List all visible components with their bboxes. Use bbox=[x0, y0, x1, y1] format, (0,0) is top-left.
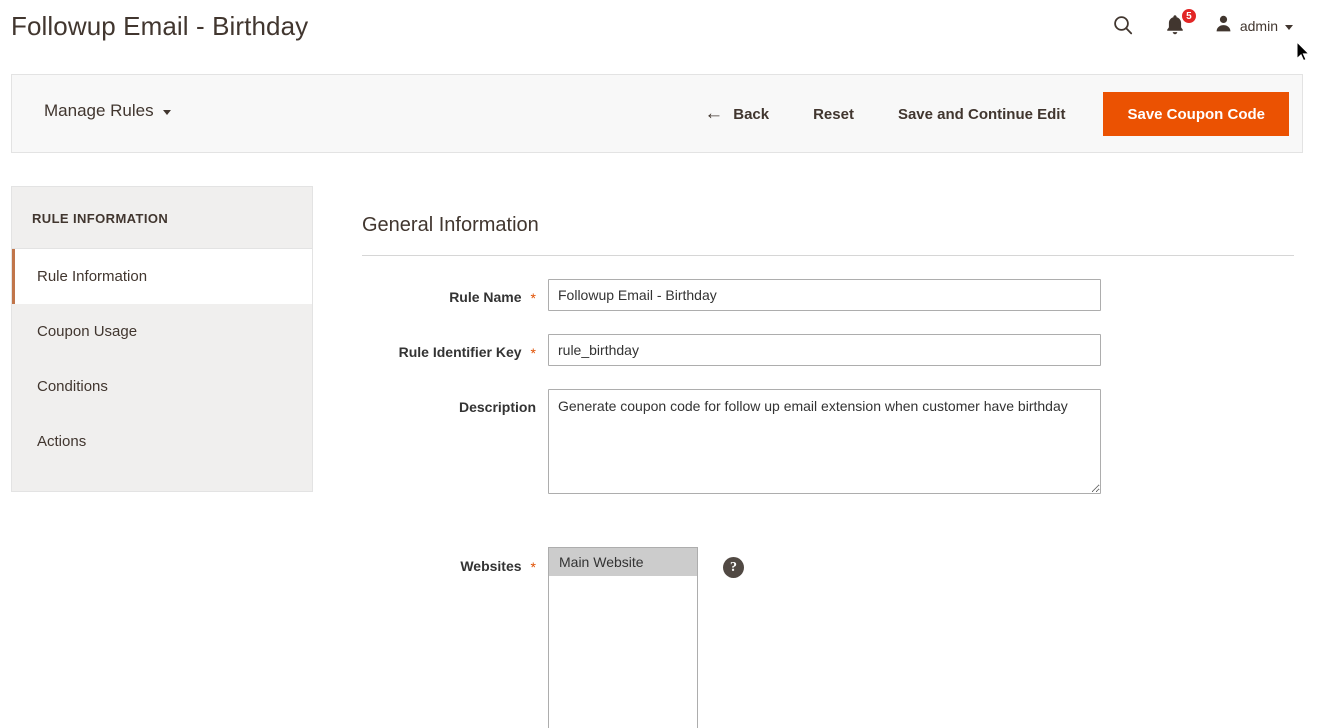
page-toolbar: Manage Rules ← Back Reset Save and Conti… bbox=[11, 74, 1303, 153]
notification-badge: 5 bbox=[1180, 8, 1197, 24]
description-label: Description bbox=[362, 389, 536, 415]
back-label: Back bbox=[733, 105, 770, 123]
required-asterisk: * bbox=[530, 290, 536, 306]
rule-identifier-key-control bbox=[548, 334, 1101, 366]
back-button[interactable]: ← Back bbox=[682, 94, 791, 134]
websites-multiselect[interactable]: Main Website bbox=[548, 547, 698, 728]
rule-name-label: Rule Name * bbox=[362, 279, 536, 306]
description-label-text: Description bbox=[458, 399, 536, 415]
sidebar-item-conditions[interactable]: Conditions bbox=[12, 359, 312, 414]
reset-label: Reset bbox=[813, 105, 854, 123]
sidebar-title: RULE INFORMATION bbox=[12, 187, 312, 249]
save-coupon-code-button[interactable]: Save Coupon Code bbox=[1103, 92, 1289, 136]
page-header: Followup Email - Birthday 5 admin bbox=[0, 0, 1323, 60]
sidebar-bottom-spacer bbox=[12, 469, 312, 491]
field-row-rule-identifier-key: Rule Identifier Key * bbox=[362, 334, 1294, 366]
websites-label-text: Websites bbox=[460, 558, 522, 574]
websites-option-main-website[interactable]: Main Website bbox=[549, 548, 697, 576]
arrow-left-icon: ← bbox=[704, 102, 724, 124]
manage-rules-label: Manage Rules bbox=[44, 101, 154, 120]
field-row-description: Description bbox=[362, 389, 1294, 499]
rule-identifier-key-input[interactable] bbox=[548, 334, 1101, 366]
save-and-continue-edit-button[interactable]: Save and Continue Edit bbox=[876, 94, 1088, 134]
websites-label: Websites * bbox=[362, 547, 536, 575]
question-mark-icon[interactable]: ? bbox=[723, 557, 744, 578]
chevron-down-icon bbox=[162, 110, 171, 115]
reset-button[interactable]: Reset bbox=[791, 94, 876, 134]
field-row-websites: Websites * Main Website ? bbox=[362, 547, 1294, 728]
description-textarea[interactable] bbox=[548, 389, 1101, 494]
rule-name-label-text: Rule Name bbox=[449, 289, 522, 305]
content-panel: General Information Rule Name * Rule Iden… bbox=[362, 186, 1294, 728]
rule-name-input[interactable] bbox=[548, 279, 1101, 311]
toolbar-actions: ← Back Reset Save and Continue Edit Save… bbox=[682, 88, 1289, 140]
search-icon bbox=[1111, 13, 1135, 40]
user-menu[interactable]: admin bbox=[1214, 14, 1293, 38]
sidebar: RULE INFORMATION Rule Information Coupon… bbox=[11, 186, 313, 492]
required-asterisk: * bbox=[530, 345, 536, 361]
page-title: Followup Email - Birthday bbox=[11, 11, 309, 41]
rule-identifier-key-label: Rule Identifier Key * bbox=[362, 334, 536, 361]
manage-rules-menu[interactable]: Manage Rules bbox=[44, 101, 171, 121]
header-actions: 5 admin bbox=[1110, 8, 1293, 42]
save-and-continue-edit-label: Save and Continue Edit bbox=[897, 105, 1066, 123]
notifications-button[interactable]: 5 bbox=[1162, 8, 1197, 39]
field-row-rule-name: Rule Name * bbox=[362, 279, 1294, 311]
websites-control: Main Website ? bbox=[548, 547, 744, 728]
chevron-down-icon bbox=[1285, 24, 1293, 30]
sidebar-item-list: Rule Information Coupon Usage Conditions… bbox=[12, 249, 312, 469]
section-title: General Information bbox=[362, 214, 1294, 256]
description-control bbox=[548, 389, 1101, 499]
required-asterisk: * bbox=[530, 559, 536, 575]
sidebar-item-coupon-usage[interactable]: Coupon Usage bbox=[12, 304, 312, 359]
user-name: admin bbox=[1239, 18, 1278, 34]
search-button[interactable] bbox=[1110, 13, 1136, 39]
rule-identifier-key-label-text: Rule Identifier Key bbox=[398, 344, 522, 360]
admin-page: Followup Email - Birthday 5 admin Manage… bbox=[0, 0, 1323, 728]
user-avatar-icon bbox=[1214, 14, 1233, 38]
sidebar-item-rule-information[interactable]: Rule Information bbox=[12, 249, 312, 304]
sidebar-item-actions[interactable]: Actions bbox=[12, 414, 312, 469]
page-main: RULE INFORMATION Rule Information Coupon… bbox=[11, 186, 1303, 728]
rule-name-control bbox=[548, 279, 1101, 311]
